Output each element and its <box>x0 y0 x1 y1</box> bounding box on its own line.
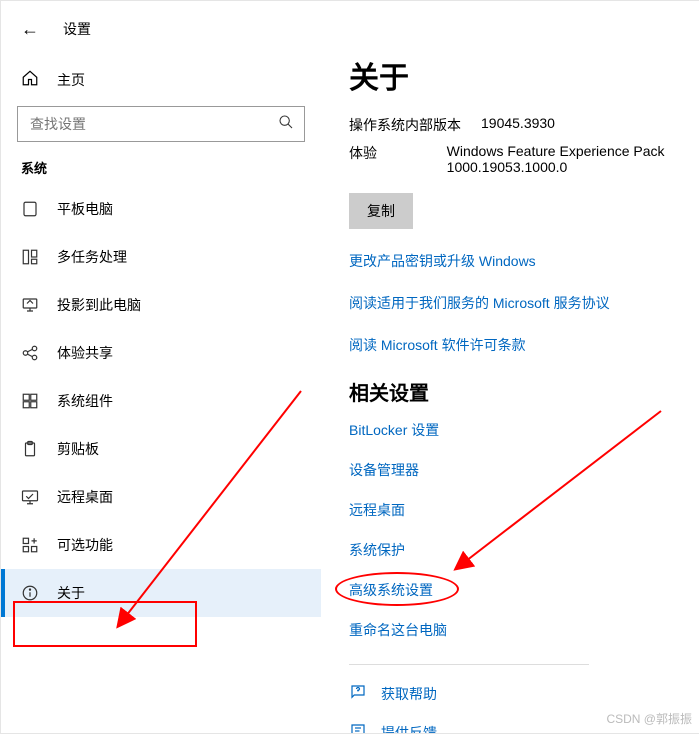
info-icon <box>21 584 39 602</box>
sidebar: ← 设置 主页 系统 平板电脑 多任务处 <box>1 1 321 733</box>
nav-label: 系统组件 <box>57 391 113 411</box>
tablet-icon <box>21 200 39 218</box>
nav-label: 体验共享 <box>57 343 113 363</box>
search-container <box>17 106 305 142</box>
feedback-icon <box>349 722 367 734</box>
nav-label: 剪贴板 <box>57 439 99 459</box>
spec-value: Windows Feature Experience Pack 1000.190… <box>447 143 699 175</box>
spec-key: 体验 <box>349 143 447 175</box>
spec-value: 19045.3930 <box>481 115 555 135</box>
multitask-icon <box>21 248 39 266</box>
sidebar-item-shared[interactable]: 体验共享 <box>1 329 321 377</box>
link-service-agreement[interactable]: 阅读适用于我们服务的 Microsoft 服务协议 <box>349 293 699 313</box>
page-title: 关于 <box>349 53 699 97</box>
header-title: 设置 <box>63 19 91 39</box>
sidebar-item-components[interactable]: 系统组件 <box>1 377 321 425</box>
help-icon <box>349 683 367 704</box>
components-icon <box>21 392 39 410</box>
link-rename-pc[interactable]: 重命名这台电脑 <box>349 620 699 640</box>
header-row: ← 设置 <box>1 11 321 47</box>
link-device-manager[interactable]: 设备管理器 <box>349 460 699 480</box>
main-panel: 关于 操作系统内部版本 19045.3930 体验 Windows Featur… <box>321 1 699 733</box>
sidebar-item-tablet[interactable]: 平板电脑 <box>1 185 321 233</box>
nav-label: 远程桌面 <box>57 487 113 507</box>
separator <box>349 664 589 665</box>
help-label: 获取帮助 <box>381 684 437 704</box>
nav-label: 可选功能 <box>57 535 113 555</box>
clipboard-icon <box>21 440 39 458</box>
related-settings-title: 相关设置 <box>349 377 699 406</box>
spec-row: 体验 Windows Feature Experience Pack 1000.… <box>349 143 699 175</box>
link-advanced-system-settings[interactable]: 高级系统设置 <box>349 580 699 600</box>
link-get-help[interactable]: 获取帮助 <box>349 683 699 704</box>
watermark: CSDN @郭振振 <box>606 710 692 727</box>
selection-indicator <box>1 569 5 617</box>
link-bitlocker[interactable]: BitLocker 设置 <box>349 420 699 440</box>
link-remote-desktop[interactable]: 远程桌面 <box>349 500 699 520</box>
nav-label: 多任务处理 <box>57 247 127 267</box>
link-license-terms[interactable]: 阅读 Microsoft 软件许可条款 <box>349 335 699 355</box>
spec-row: 操作系统内部版本 19045.3930 <box>349 115 699 135</box>
copy-button[interactable]: 复制 <box>349 193 413 229</box>
product-links: 更改产品密钥或升级 Windows 阅读适用于我们服务的 Microsoft 服… <box>349 251 699 355</box>
nav-label: 平板电脑 <box>57 199 113 219</box>
nav-label: 投影到此电脑 <box>57 295 141 315</box>
sidebar-item-clipboard[interactable]: 剪贴板 <box>1 425 321 473</box>
search-input[interactable] <box>28 115 278 133</box>
settings-window: ← 设置 主页 系统 平板电脑 多任务处 <box>0 0 699 734</box>
sidebar-item-home[interactable]: 主页 <box>1 59 321 100</box>
sidebar-item-multitask[interactable]: 多任务处理 <box>1 233 321 281</box>
nav-label: 关于 <box>57 583 85 603</box>
search-box[interactable] <box>17 106 305 142</box>
remote-icon <box>21 488 39 506</box>
link-system-protection[interactable]: 系统保护 <box>349 540 699 560</box>
back-button[interactable]: ← <box>21 20 39 38</box>
plus-grid-icon <box>21 536 39 554</box>
link-product-key[interactable]: 更改产品密钥或升级 Windows <box>349 251 699 271</box>
sidebar-item-about[interactable]: 关于 <box>1 569 321 617</box>
share-icon <box>21 344 39 362</box>
sidebar-item-remote[interactable]: 远程桌面 <box>1 473 321 521</box>
project-icon <box>21 296 39 314</box>
home-label: 主页 <box>57 70 85 90</box>
feedback-label: 提供反馈 <box>381 723 437 734</box>
home-icon <box>21 69 39 90</box>
nav-list: 平板电脑 多任务处理 投影到此电脑 体验共享 系统组件 剪贴板 <box>1 185 321 617</box>
link-text: 高级系统设置 <box>349 582 433 598</box>
sidebar-item-project[interactable]: 投影到此电脑 <box>1 281 321 329</box>
sidebar-item-optional[interactable]: 可选功能 <box>1 521 321 569</box>
search-icon <box>278 114 294 135</box>
section-label-system: 系统 <box>1 142 321 185</box>
spec-key: 操作系统内部版本 <box>349 115 481 135</box>
